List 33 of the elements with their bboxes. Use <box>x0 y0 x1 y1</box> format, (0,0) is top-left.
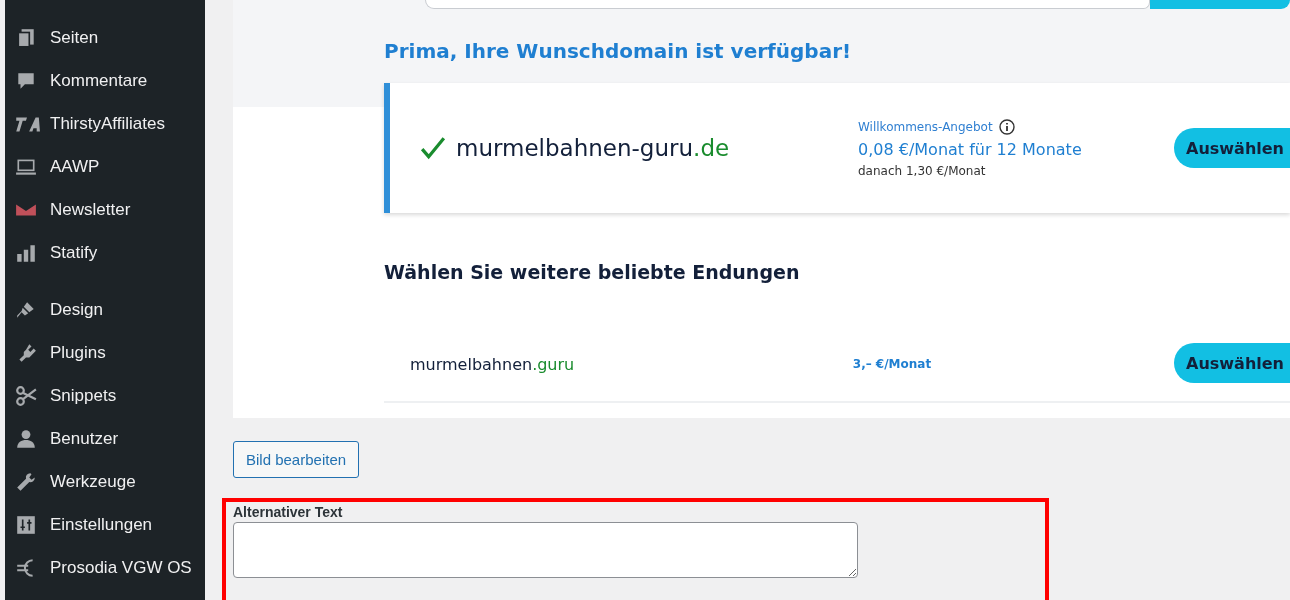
offer-label: Willkommens-Angebot <box>858 119 993 134</box>
field-label: Alternativer Text <box>233 504 343 520</box>
search-field[interactable] <box>425 0 1150 9</box>
info-icon[interactable] <box>998 118 1015 135</box>
menu-item[interactable]: Newsletter <box>5 188 205 231</box>
menu-item[interactable]: Prosodia VGW OS <box>5 546 205 589</box>
menu-item[interactable]: Seiten <box>5 16 205 59</box>
availability-heading: Prima, Ihre Wunschdomain ist verfügbar! <box>384 39 853 63</box>
menu-item[interactable]: Design <box>5 288 205 331</box>
menu-item[interactable]: Kommentare <box>5 59 205 102</box>
user-icon <box>15 427 37 450</box>
section-heading: Wählen Sie weitere beliebte Endungen <box>384 261 801 283</box>
select-button[interactable]: Auswählen <box>1174 343 1290 383</box>
offer-price: 0,08 €/Monat für 12 Monate <box>858 139 1083 159</box>
menu-item[interactable]: Einstellungen <box>5 503 205 546</box>
checkmark-icon <box>420 135 446 161</box>
edit-image-button[interactable]: Bild bearbeiten <box>233 441 360 478</box>
menu-item[interactable]: Benutzer <box>5 417 205 460</box>
domain-name: murmelbahnen.guru <box>410 354 576 374</box>
menu-item[interactable]: Werkzeuge <box>5 460 205 503</box>
regular-price: danach 1,30 €/Monat <box>858 163 987 178</box>
menu-item[interactable]: Plugins <box>5 331 205 374</box>
select-button[interactable]: Auswählen <box>1174 128 1290 168</box>
menu-item[interactable]: Statify <box>5 231 205 274</box>
wrench-icon <box>15 470 37 493</box>
menu-item[interactable]: AAWP <box>5 145 205 188</box>
alt-text-field[interactable] <box>233 522 858 578</box>
menu-item[interactable]: ThirstyAffiliates <box>5 102 205 145</box>
sliders-icon <box>15 513 37 536</box>
menu-item[interactable]: Snippets <box>5 374 205 417</box>
scissors-icon <box>15 384 37 407</box>
domain-name: murmelbahnen-guru.de <box>456 135 731 161</box>
domain-price: 3,– €/Monat <box>852 357 933 371</box>
